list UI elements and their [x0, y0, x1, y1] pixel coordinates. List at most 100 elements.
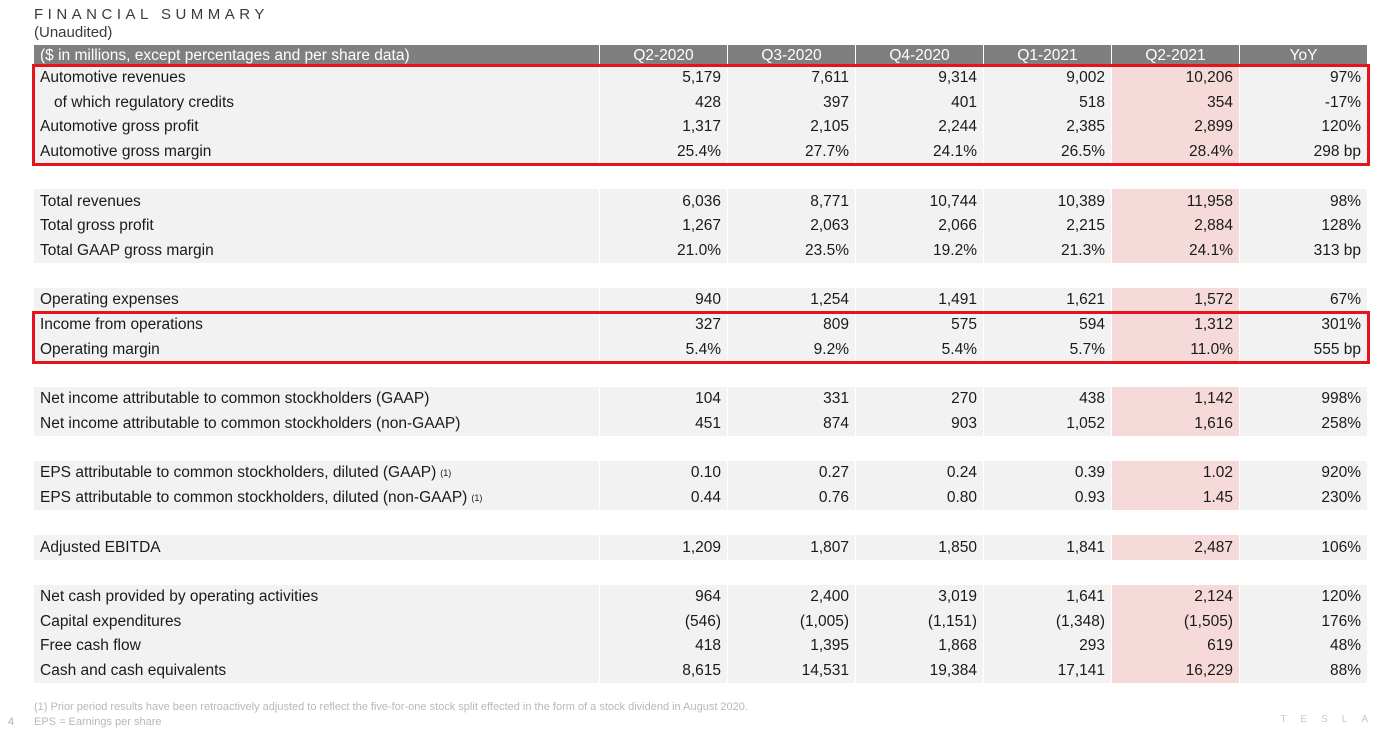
row-label-text: Operating expenses	[40, 291, 179, 309]
cell-q1-2021: 0.39	[984, 461, 1112, 486]
cell-q3-2020: 8,771	[728, 189, 856, 214]
row-label: Total gross profit	[34, 213, 600, 239]
cell-q3-2020: 1,254	[728, 288, 856, 313]
cell-yoy: 128%	[1240, 213, 1368, 239]
cell-yoy: 106%	[1240, 535, 1368, 560]
row-label: Total GAAP gross margin	[34, 238, 600, 264]
row-label: EPS attributable to common stockholders,…	[34, 485, 600, 511]
cell-q2-2021: 2,487	[1112, 535, 1240, 560]
cell-q1-2021: (1,348)	[984, 609, 1112, 635]
cell-q2-2020: 1,267	[600, 213, 728, 239]
row-label: Capital expenditures	[34, 609, 600, 635]
row-label: Adjusted EBITDA	[34, 535, 600, 560]
cell-yoy: 48%	[1240, 634, 1368, 659]
cell-q3-2020: (1,005)	[728, 609, 856, 635]
cell-q2-2021: 1.02	[1112, 461, 1240, 486]
row-label: Net income attributable to common stockh…	[34, 386, 600, 412]
footnote-marker: (1)	[440, 468, 452, 479]
row-label-text: Total gross profit	[40, 217, 154, 235]
row-label-text: Capital expenditures	[40, 612, 182, 630]
table-row: Net income attributable to common stockh…	[34, 411, 1368, 437]
cell-q3-2020: 331	[728, 386, 856, 412]
cell-yoy: 258%	[1240, 411, 1368, 437]
header-q4-2020: Q4-2020	[856, 45, 984, 66]
cell-q2-2021: 24.1%	[1112, 238, 1240, 264]
cell-q2-2020: 451	[600, 411, 728, 437]
cell-q3-2020: 14,531	[728, 658, 856, 684]
page-number: 4	[8, 716, 15, 728]
cell-q1-2021: 1,841	[984, 535, 1112, 560]
cell-q2-2020: 1,209	[600, 535, 728, 560]
cell-yoy: 67%	[1240, 288, 1368, 313]
row-label-text: Free cash flow	[40, 637, 141, 655]
cell-q2-2021: 2,884	[1112, 213, 1240, 239]
row-label-text: Net income attributable to common stockh…	[40, 390, 430, 408]
cell-q3-2020: 874	[728, 411, 856, 437]
cell-q2-2021: 2,124	[1112, 584, 1240, 610]
row-label-text: Total GAAP gross margin	[40, 241, 214, 259]
header-q3-2020: Q3-2020	[728, 45, 856, 66]
cell-yoy: 98%	[1240, 189, 1368, 214]
header-q1-2021: Q1-2021	[984, 45, 1112, 66]
row-label: Net cash provided by operating activitie…	[34, 584, 600, 610]
cell-yoy: 920%	[1240, 461, 1368, 486]
cell-q2-2020: 8,615	[600, 658, 728, 684]
tesla-logo: TESLA	[1280, 714, 1382, 725]
cell-yoy: 176%	[1240, 609, 1368, 635]
cell-q3-2020: 23.5%	[728, 238, 856, 264]
cell-q2-2021: 1,142	[1112, 386, 1240, 412]
cell-q1-2021: 438	[984, 386, 1112, 412]
cell-yoy: 230%	[1240, 485, 1368, 511]
row-label: Operating expenses	[34, 288, 600, 313]
cell-q3-2020: 0.27	[728, 461, 856, 486]
cell-q1-2021: 1,621	[984, 288, 1112, 313]
footnote-eps: EPS = Earnings per share	[34, 716, 162, 728]
cell-q3-2020: 2,400	[728, 584, 856, 610]
cell-q3-2020: 1,807	[728, 535, 856, 560]
cell-q1-2021: 1,641	[984, 584, 1112, 610]
row-label: EPS attributable to common stockholders,…	[34, 461, 600, 486]
cell-q4-2020: 270	[856, 386, 984, 412]
cell-yoy: 998%	[1240, 386, 1368, 412]
cell-q4-2020: (1,151)	[856, 609, 984, 635]
header-yoy: YoY	[1240, 45, 1368, 66]
table-row: Cash and cash equivalents 8,615 14,531 19,3…	[34, 658, 1368, 684]
cell-q4-2020: 2,066	[856, 213, 984, 239]
row-label: Cash and cash equivalents	[34, 658, 600, 684]
row-label: Free cash flow	[34, 634, 600, 659]
header-label: ($ in millions, except percentages and p…	[34, 45, 600, 66]
header-q2-2020: Q2-2020	[600, 45, 728, 66]
cell-q2-2020: 964	[600, 584, 728, 610]
row-label-text: Net cash provided by operating activitie…	[40, 588, 319, 606]
row-label: Net income attributable to common stockh…	[34, 411, 600, 437]
highlight-box-automotive	[32, 64, 1370, 167]
row-label-text: Cash and cash equivalents	[40, 661, 227, 679]
cell-q4-2020: 10,744	[856, 189, 984, 214]
cell-q2-2020: 0.10	[600, 461, 728, 486]
table-row: Adjusted EBITDA 1,209 1,807 1,850 1,841 2,487…	[34, 535, 1368, 560]
cell-q4-2020: 0.24	[856, 461, 984, 486]
footnote-marker: (1)	[471, 493, 483, 504]
row-label-text: EPS attributable to common stockholders,…	[40, 464, 437, 482]
row-label-text: Adjusted EBITDA	[40, 538, 161, 556]
footnote-stock-split: (1) Prior period results have been retro…	[34, 701, 748, 713]
cell-q2-2021: 1,572	[1112, 288, 1240, 313]
table-row: Total revenues 6,036 8,771 10,744 10,389 11,9…	[34, 189, 1368, 214]
cell-q2-2020: 0.44	[600, 485, 728, 511]
cell-q1-2021: 0.93	[984, 485, 1112, 511]
table-row: Total gross profit 1,267 2,063 2,066 2,215 2,…	[34, 213, 1368, 239]
cell-q2-2020: 940	[600, 288, 728, 313]
cell-q1-2021: 17,141	[984, 658, 1112, 684]
cell-q2-2021: 619	[1112, 634, 1240, 659]
cell-q1-2021: 2,215	[984, 213, 1112, 239]
cell-q2-2020: 6,036	[600, 189, 728, 214]
table-row: Free cash flow 418 1,395 1,868 293 619 48%	[34, 634, 1368, 659]
cell-q4-2020: 19,384	[856, 658, 984, 684]
cell-q1-2021: 21.3%	[984, 238, 1112, 264]
row-label-text: Total revenues	[40, 192, 141, 210]
cell-q2-2020: 418	[600, 634, 728, 659]
